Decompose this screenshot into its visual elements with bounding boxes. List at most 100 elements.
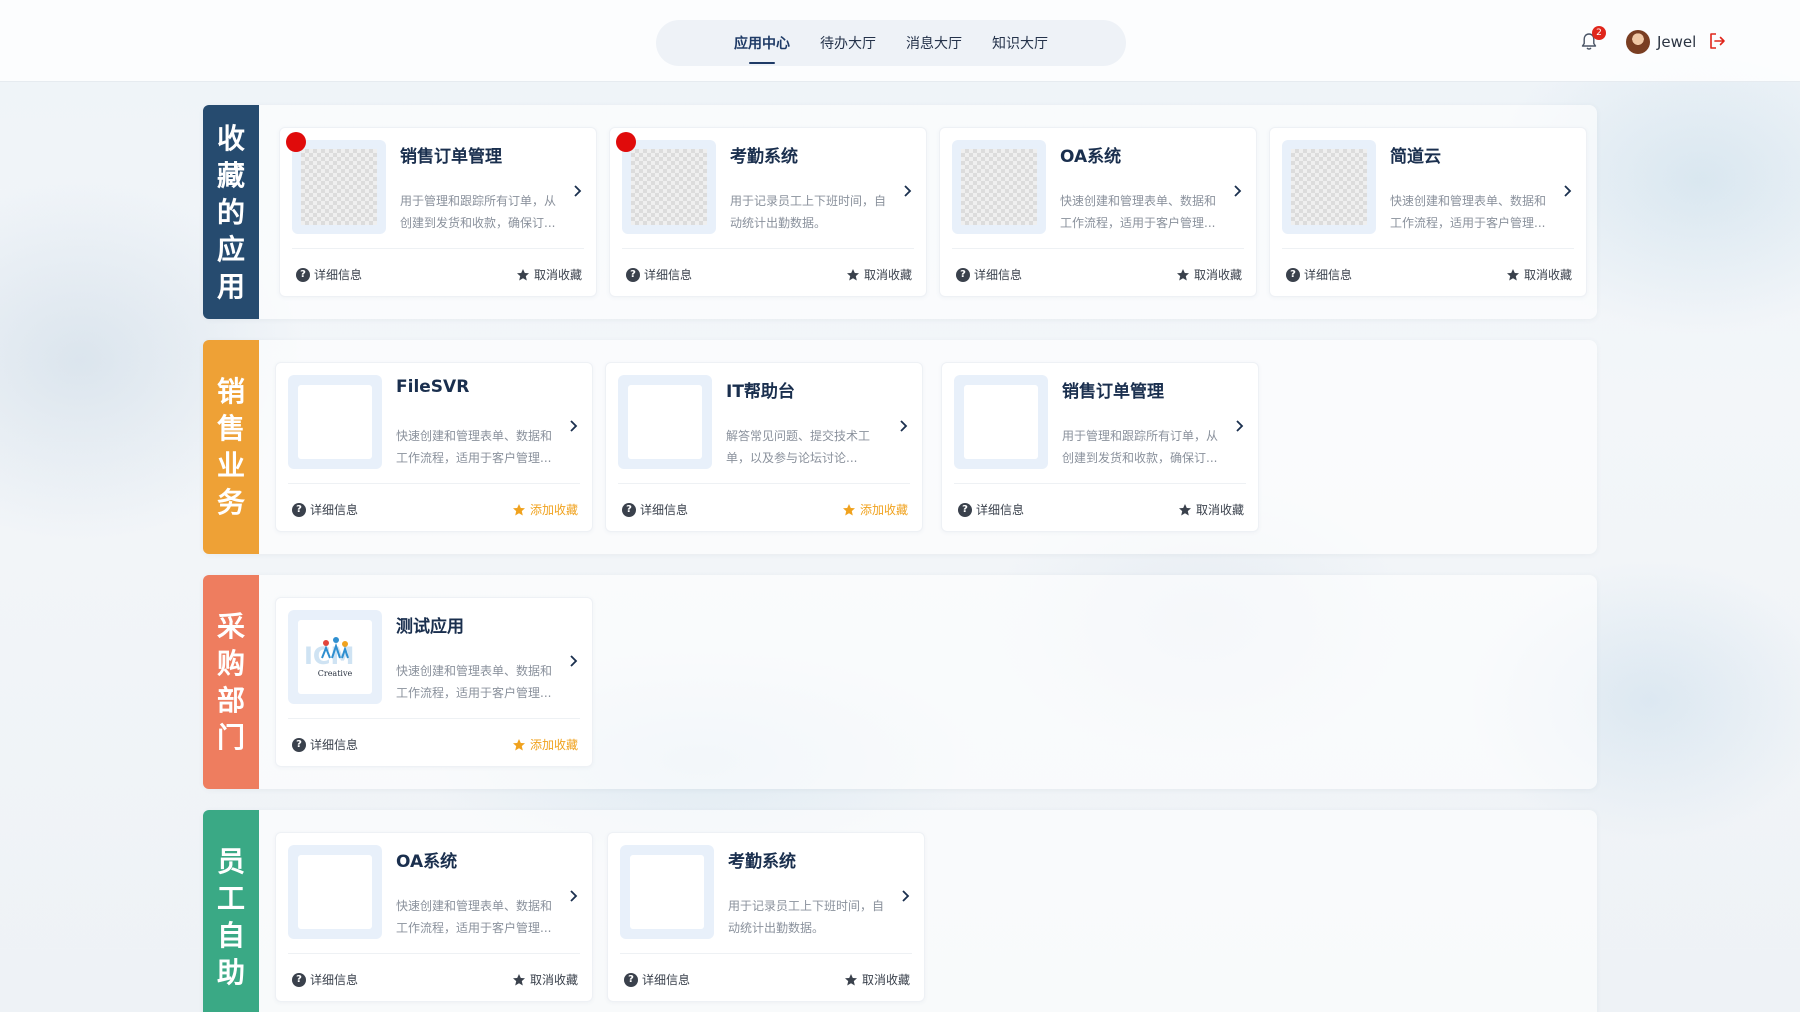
section-label-char: 助 bbox=[216, 956, 245, 989]
detail-info-label: 详细信息 bbox=[640, 503, 689, 517]
app-thumbnail bbox=[1282, 140, 1376, 234]
section-label-char: 员 bbox=[216, 845, 245, 878]
detail-info-button[interactable]: ? 详细信息 bbox=[292, 501, 358, 518]
section-employee-self-service: 员 工 自 助 OA系统 快速创建和管理表单、数据和 工作流程，适用于客户管理.… bbox=[203, 810, 1597, 1012]
tab-todo-hall[interactable]: 待办大厅 bbox=[820, 20, 876, 66]
tab-app-center[interactable]: 应用中心 bbox=[734, 20, 790, 66]
detail-info-button[interactable]: ? 详细信息 bbox=[626, 266, 692, 283]
detail-info-label: 详细信息 bbox=[310, 738, 359, 752]
detail-info-button[interactable]: ? 详细信息 bbox=[624, 971, 690, 988]
app-description: 用于管理和跟踪所有订单，从 创建到发货和收款，确保订... bbox=[1062, 429, 1219, 465]
remove-favorite-button[interactable]: 取消收藏 bbox=[844, 971, 910, 988]
app-description: 用于管理和跟踪所有订单，从 创建到发货和收款，确保订... bbox=[400, 194, 557, 230]
app-thumbnail bbox=[620, 845, 714, 939]
remove-favorite-button[interactable]: 取消收藏 bbox=[1178, 501, 1244, 518]
top-header: 应用中心 待办大厅 消息大厅 知识大厅 2 Jewel bbox=[0, 0, 1800, 82]
section-label-char: 的 bbox=[216, 195, 245, 229]
logout-icon[interactable] bbox=[1708, 32, 1726, 50]
app-card[interactable]: 考勤系统 用于记录员工上下班时间，自 动统计出勤数据。 ? 详细信息 取消收藏 bbox=[609, 127, 927, 297]
star-icon bbox=[1506, 268, 1519, 280]
favorite-label: 添加收藏 bbox=[529, 503, 578, 517]
add-favorite-button[interactable]: 添加收藏 bbox=[512, 501, 578, 518]
detail-info-label: 详细信息 bbox=[314, 268, 363, 282]
tab-message-hall[interactable]: 消息大厅 bbox=[906, 20, 962, 66]
avatar[interactable] bbox=[1626, 30, 1650, 54]
favorite-label: 取消收藏 bbox=[1195, 503, 1244, 517]
detail-info-button[interactable]: ? 详细信息 bbox=[958, 501, 1024, 518]
star-icon bbox=[844, 973, 857, 985]
add-favorite-button[interactable]: 添加收藏 bbox=[512, 736, 578, 753]
remove-favorite-button[interactable]: 取消收藏 bbox=[1176, 266, 1242, 283]
section-label-char: 应 bbox=[216, 232, 245, 266]
remove-favorite-button[interactable]: 取消收藏 bbox=[516, 266, 582, 283]
app-card[interactable]: FileSVR 快速创建和管理表单、数据和 工作流程，适用于客户管理... ? 详… bbox=[275, 362, 593, 532]
chevron-right-icon[interactable] bbox=[1232, 184, 1242, 198]
chevron-right-icon[interactable] bbox=[1234, 419, 1244, 433]
chevron-right-icon[interactable] bbox=[572, 184, 582, 198]
app-card[interactable]: ICM Creative 测试应用 快速创建和管理表单、数据和 工作流程，适用于… bbox=[275, 597, 593, 767]
chevron-right-icon[interactable] bbox=[900, 889, 910, 903]
add-favorite-button[interactable]: 添加收藏 bbox=[842, 501, 908, 518]
app-card[interactable]: 销售订单管理 用于管理和跟踪所有订单，从 创建到发货和收款，确保订... ? 详细… bbox=[279, 127, 597, 297]
app-title: 销售订单管理 bbox=[1062, 382, 1164, 402]
app-title: 考勤系统 bbox=[730, 147, 798, 167]
app-description: 快速创建和管理表单、数据和 工作流程，适用于客户管理... bbox=[396, 429, 553, 465]
app-title: OA系统 bbox=[1060, 147, 1122, 167]
app-card[interactable]: 简道云 快速创建和管理表单、数据和 工作流程，适用于客户管理... ? 详细信息 … bbox=[1269, 127, 1587, 297]
app-card[interactable]: OA系统 快速创建和管理表单、数据和 工作流程，适用于客户管理... ? 详细信息… bbox=[275, 832, 593, 1002]
section-label-favorites: 收 藏 的 应 用 bbox=[203, 105, 259, 319]
detail-info-button[interactable]: ? 详细信息 bbox=[622, 501, 688, 518]
chevron-right-icon[interactable] bbox=[902, 184, 912, 198]
app-description: 快速创建和管理表单、数据和 工作流程，适用于客户管理... bbox=[1060, 194, 1217, 230]
section-label-char: 购 bbox=[216, 647, 245, 680]
app-card[interactable]: OA系统 快速创建和管理表单、数据和 工作流程，适用于客户管理... ? 详细信息… bbox=[939, 127, 1257, 297]
app-card[interactable]: 销售订单管理 用于管理和跟踪所有订单，从 创建到发货和收款，确保订... ? 详细… bbox=[941, 362, 1259, 532]
chevron-right-icon[interactable] bbox=[1562, 184, 1572, 198]
chevron-right-icon[interactable] bbox=[898, 419, 908, 433]
section-label-char: 采 bbox=[216, 610, 245, 643]
app-thumbnail bbox=[954, 375, 1048, 469]
card-divider bbox=[288, 483, 580, 484]
app-description: 用于记录员工上下班时间，自 动统计出勤数据。 bbox=[730, 194, 887, 230]
section-label-purchasing: 采 购 部 门 bbox=[203, 575, 259, 789]
chevron-right-icon[interactable] bbox=[568, 654, 578, 668]
card-divider bbox=[618, 483, 910, 484]
app-description: 快速创建和管理表单、数据和 工作流程，适用于客户管理... bbox=[396, 899, 553, 935]
question-icon: ? bbox=[292, 972, 306, 987]
question-icon: ? bbox=[958, 502, 972, 517]
favorite-label: 取消收藏 bbox=[533, 268, 582, 282]
remove-favorite-button[interactable]: 取消收藏 bbox=[1506, 266, 1572, 283]
tab-knowledge-hall[interactable]: 知识大厅 bbox=[992, 20, 1048, 66]
username[interactable]: Jewel bbox=[1657, 33, 1696, 51]
chevron-right-icon[interactable] bbox=[568, 889, 578, 903]
detail-info-button[interactable]: ? 详细信息 bbox=[296, 266, 362, 283]
question-icon: ? bbox=[292, 737, 306, 752]
question-icon: ? bbox=[624, 972, 638, 987]
favorite-label: 取消收藏 bbox=[861, 973, 910, 987]
app-card[interactable]: 考勤系统 用于记录员工上下班时间，自 动统计出勤数据。 ? 详细信息 取消收藏 bbox=[607, 832, 925, 1002]
app-title: 销售订单管理 bbox=[400, 147, 502, 167]
detail-info-button[interactable]: ? 详细信息 bbox=[956, 266, 1022, 283]
remove-favorite-button[interactable]: 取消收藏 bbox=[512, 971, 578, 988]
app-description: 用于记录员工上下班时间，自 动统计出勤数据。 bbox=[728, 899, 885, 935]
detail-info-button[interactable]: ? 详细信息 bbox=[1286, 266, 1352, 283]
detail-info-button[interactable]: ? 详细信息 bbox=[292, 736, 358, 753]
favorite-label: 添加收藏 bbox=[859, 503, 908, 517]
app-thumbnail: ICM Creative bbox=[288, 610, 382, 704]
app-title: 简道云 bbox=[1390, 147, 1441, 167]
section-label-char: 用 bbox=[216, 269, 245, 303]
app-title: IT帮助台 bbox=[726, 382, 795, 402]
app-title: FileSVR bbox=[396, 377, 470, 397]
detail-info-button[interactable]: ? 详细信息 bbox=[292, 971, 358, 988]
remove-favorite-button[interactable]: 取消收藏 bbox=[846, 266, 912, 283]
detail-info-label: 详细信息 bbox=[976, 503, 1025, 517]
question-icon: ? bbox=[956, 267, 970, 282]
chevron-right-icon[interactable] bbox=[568, 419, 578, 433]
favorite-label: 取消收藏 bbox=[1193, 268, 1242, 282]
star-icon bbox=[842, 503, 855, 515]
question-icon: ? bbox=[626, 267, 640, 282]
detail-info-label: 详细信息 bbox=[310, 503, 359, 517]
app-card[interactable]: IT帮助台 解答常见问题、提交技术工 单，以及参与论坛讨论... ? 详细信息 添… bbox=[605, 362, 923, 532]
app-description: 快速创建和管理表单、数据和 工作流程，适用于客户管理... bbox=[1390, 194, 1547, 230]
detail-info-label: 详细信息 bbox=[642, 973, 691, 987]
